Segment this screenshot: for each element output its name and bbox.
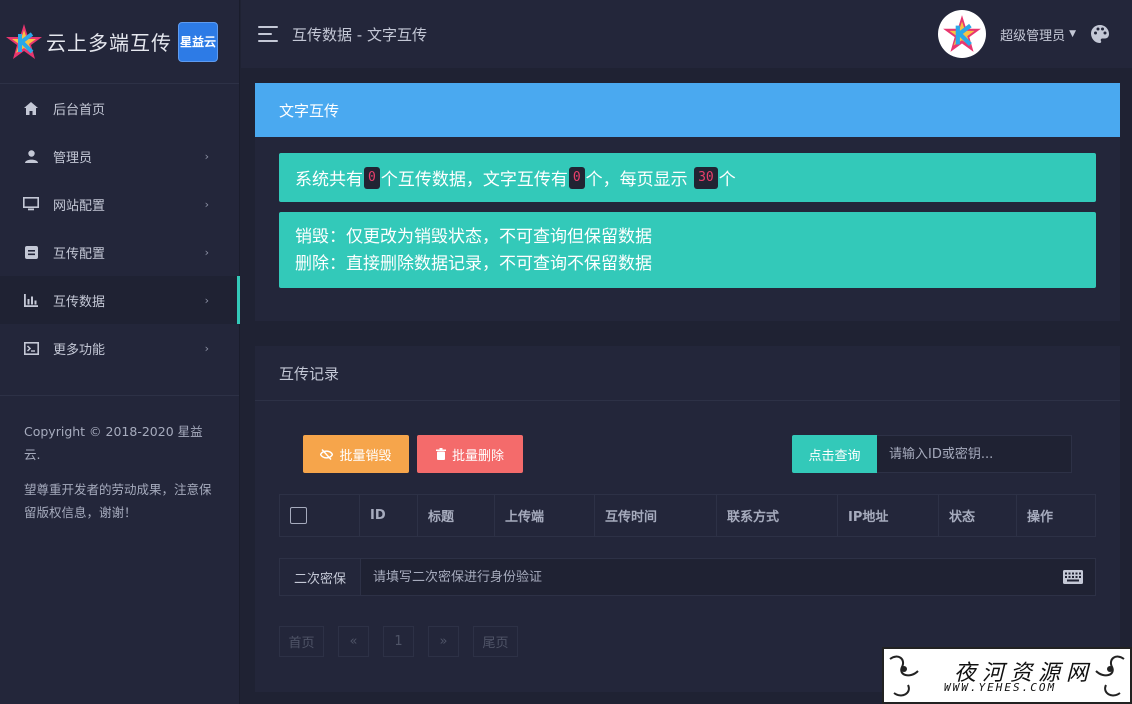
- page-number[interactable]: 1: [383, 626, 414, 657]
- stats-text: 个，每页显示: [585, 170, 688, 190]
- stats-alert: 系统共有 0 个互传数据，文字互传有 0 个，每页显示 30 个: [279, 153, 1096, 202]
- star-logo-icon: [943, 15, 981, 52]
- sidebar-item-label: 互传数据: [53, 294, 106, 310]
- copyright: Copyright © 2018-2020 星益云. 望尊重开发者的劳动成果，注…: [0, 396, 239, 524]
- top-header: 互传数据 - 文字互传 超级管理员 ▼: [241, 0, 1132, 68]
- trash-icon: [435, 448, 446, 460]
- batch-delete-button[interactable]: 批量删除: [417, 435, 523, 473]
- sidebar: 云上多端互传 星益云 后台首页 管理员 › 网站配置 › 互传配置 › 互传数据…: [0, 0, 240, 704]
- page-next[interactable]: »: [428, 626, 459, 657]
- panel-title: 文字互传: [255, 83, 1120, 137]
- chevron-right-icon: ›: [204, 197, 209, 211]
- user-area: 超级管理员 ▼: [938, 10, 1110, 58]
- column-header[interactable]: 上传端: [495, 495, 595, 536]
- search-input[interactable]: [877, 435, 1072, 473]
- column-header[interactable]: ID: [360, 495, 418, 536]
- records-table-header: ID 标题 上传端 互传时间 联系方式 IP地址 状态 操作: [279, 494, 1096, 537]
- column-header[interactable]: 状态: [939, 495, 1017, 536]
- copyright-text: Copyright © 2018-2020 星益云.: [24, 424, 203, 462]
- button-label: 批量销毁: [339, 448, 392, 464]
- batch-destroy-button[interactable]: 批量销毁: [303, 435, 409, 473]
- verify-row: 二次密保: [279, 558, 1096, 596]
- chevron-right-icon: ›: [204, 149, 209, 163]
- sidebar-item-transfer-config[interactable]: 互传配置 ›: [0, 228, 239, 276]
- notes-alert: 销毁：仅更改为销毁状态，不可查询但保留数据 删除：直接删除数据记录，不可查询不保…: [279, 212, 1096, 288]
- column-header[interactable]: 标题: [418, 495, 495, 536]
- chevron-right-icon: ›: [204, 341, 209, 355]
- pagination: 首页 « 1 » 尾页: [279, 626, 532, 657]
- verify-input[interactable]: [361, 559, 1063, 595]
- sidebar-item-label: 网站配置: [53, 198, 106, 214]
- summary-panel: 文字互传 系统共有 0 个互传数据，文字互传有 0 个，每页显示 30 个 销毁：仅更改为…: [255, 83, 1120, 321]
- page-first[interactable]: 首页: [279, 626, 324, 657]
- username-dropdown[interactable]: 超级管理员: [1000, 25, 1065, 44]
- note-delete: 删除：直接删除数据记录，不可查询不保留数据: [295, 254, 652, 274]
- sidebar-item-label: 后台首页: [53, 102, 106, 118]
- stats-prefix: 系统共有: [295, 170, 363, 190]
- star-logo-icon: [6, 23, 42, 59]
- note-destroy: 销毁：仅更改为销毁状态，不可查询但保留数据: [295, 227, 652, 247]
- select-all-checkbox[interactable]: [290, 507, 307, 524]
- verify-label: 二次密保: [280, 559, 361, 595]
- breadcrumb: 互传数据 - 文字互传: [292, 25, 427, 44]
- sidebar-item-more[interactable]: 更多功能 ›: [0, 324, 239, 372]
- panel-title: 互传记录: [255, 346, 1120, 401]
- user-icon: [22, 147, 40, 165]
- chevron-right-icon: ›: [204, 293, 209, 307]
- page-prev[interactable]: «: [338, 626, 369, 657]
- sidebar-item-transfer-data[interactable]: 互传数据 ›: [0, 276, 240, 324]
- records-panel: 互传记录 批量销毁 批量删除 点击查询 ID 标题 上传端 互传时间 联系方式 …: [255, 346, 1120, 692]
- sidebar-item-label: 更多功能: [53, 342, 106, 358]
- brand-badge: 星益云: [178, 21, 218, 62]
- watermark-url: WWW.YEHES.COM: [944, 681, 1057, 694]
- avatar[interactable]: [938, 10, 987, 58]
- watermark: 夜河资源网 WWW.YEHES.COM: [882, 647, 1132, 704]
- eye-slash-icon: [320, 448, 334, 460]
- query-button[interactable]: 点击查询: [792, 435, 877, 473]
- palette-icon[interactable]: [1090, 24, 1110, 44]
- column-header[interactable]: IP地址: [838, 495, 939, 536]
- sidebar-item-admin[interactable]: 管理员 ›: [0, 132, 239, 180]
- page-last[interactable]: 尾页: [473, 626, 518, 657]
- sidebar-item-label: 管理员: [53, 150, 93, 166]
- stats-suffix: 个: [718, 170, 736, 190]
- stats-text: 个互传数据，文字互传有: [380, 170, 568, 190]
- text-count: 0: [568, 166, 585, 189]
- brand[interactable]: 云上多端互传 星益云: [0, 0, 239, 84]
- column-header[interactable]: 联系方式: [717, 495, 838, 536]
- home-icon: [22, 99, 40, 117]
- sidebar-item-label: 互传配置: [53, 246, 106, 262]
- column-header[interactable]: 操作: [1017, 495, 1095, 536]
- total-count: 0: [364, 166, 380, 189]
- chevron-right-icon: ›: [204, 245, 209, 259]
- copyright-notice: 望尊重开发者的劳动成果，注意保留版权信息，谢谢！: [24, 482, 212, 520]
- sidebar-nav: 后台首页 管理员 › 网站配置 › 互传配置 › 互传数据 › 更多功能 ›: [0, 84, 240, 372]
- terminal-icon: [22, 339, 40, 357]
- per-page-count: 30: [694, 166, 718, 189]
- select-all-cell: [280, 495, 360, 536]
- sidebar-item-home[interactable]: 后台首页: [0, 84, 239, 132]
- keyboard-icon[interactable]: [1063, 570, 1083, 584]
- brand-name: 云上多端互传: [46, 31, 172, 55]
- button-label: 批量删除: [451, 448, 504, 464]
- caret-down-icon[interactable]: ▼: [1069, 29, 1076, 39]
- menu-toggle-icon[interactable]: [258, 26, 278, 42]
- column-header[interactable]: 互传时间: [595, 495, 717, 536]
- sidebar-item-site-config[interactable]: 网站配置 ›: [0, 180, 239, 228]
- monitor-icon: [22, 195, 40, 213]
- bar-chart-icon: [22, 291, 40, 309]
- document-icon: [22, 243, 40, 261]
